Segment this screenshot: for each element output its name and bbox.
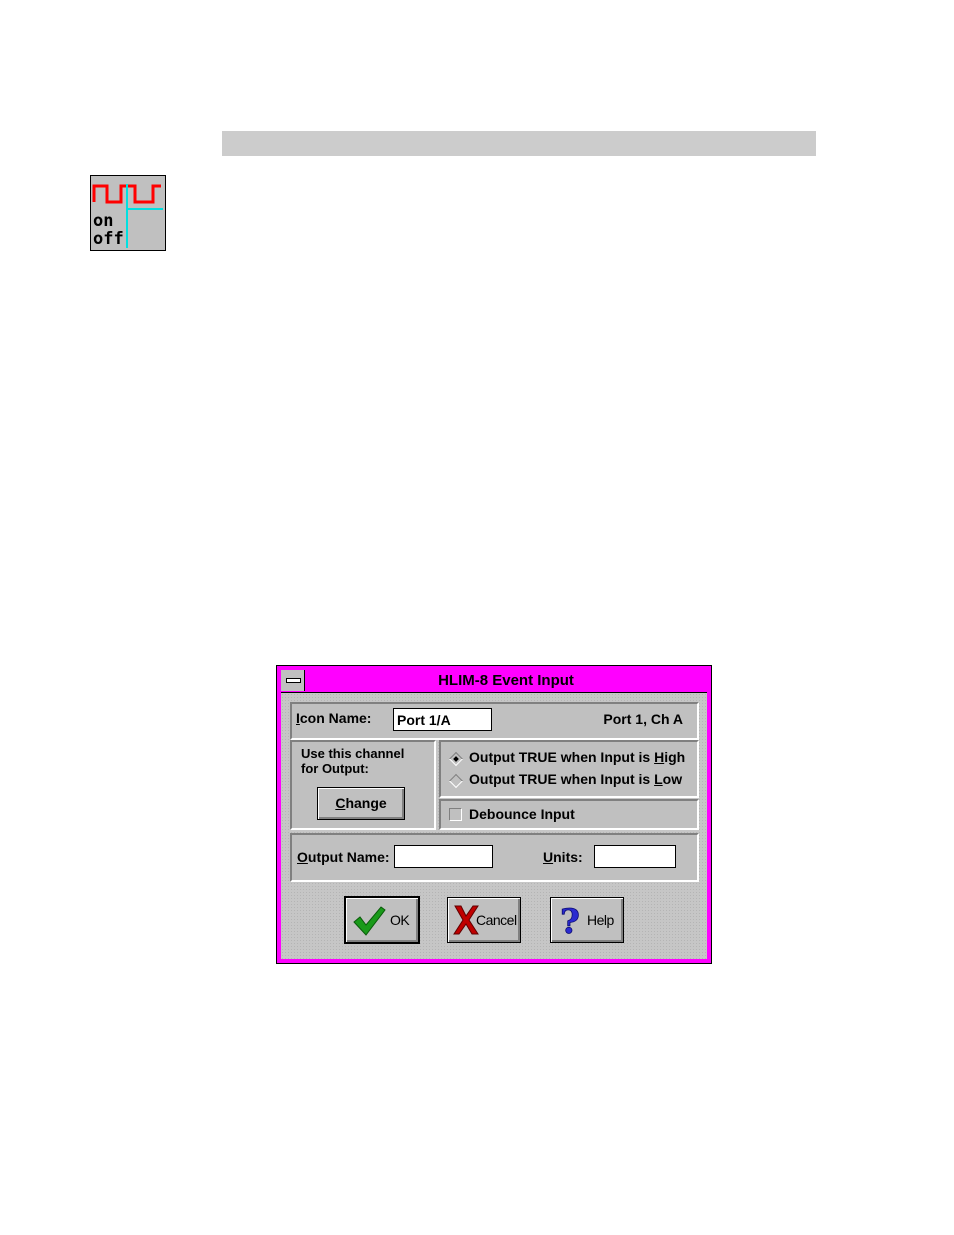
change-button[interactable]: Change bbox=[317, 787, 405, 820]
event-input-icon: on off bbox=[90, 175, 166, 251]
icon-off-text: off bbox=[93, 229, 124, 249]
dialog-title: HLIM-8 Event Input bbox=[438, 672, 574, 689]
units-label: Units: bbox=[543, 849, 583, 865]
help-label: Help bbox=[587, 912, 614, 928]
svg-text:?: ? bbox=[560, 902, 580, 938]
output-name-group: Output Name: Units: bbox=[290, 833, 699, 882]
output-name-label: Output Name: bbox=[297, 849, 390, 865]
channel-label-line1: Use this channel bbox=[301, 746, 405, 761]
output-channel-group: Use this channel for Output: Change bbox=[290, 740, 436, 830]
debounce-label[interactable]: Debounce Input bbox=[469, 806, 575, 822]
debounce-group: Debounce Input bbox=[439, 799, 699, 830]
section-header-bar bbox=[222, 131, 816, 156]
output-low-label[interactable]: Output TRUE when Input is Low bbox=[469, 771, 682, 787]
checkmark-icon bbox=[353, 906, 386, 936]
output-name-input[interactable] bbox=[394, 845, 493, 868]
cancel-button[interactable]: Cancel bbox=[447, 897, 521, 943]
system-menu-button[interactable] bbox=[281, 670, 305, 691]
port-info-text: Port 1, Ch A bbox=[603, 711, 683, 727]
help-button[interactable]: ? Help bbox=[550, 897, 624, 943]
units-input[interactable] bbox=[594, 845, 676, 868]
output-mode-group: Output TRUE when Input is High Output TR… bbox=[439, 740, 699, 798]
icon-on-text: on bbox=[93, 211, 113, 231]
title-bar: HLIM-8 Event Input bbox=[281, 670, 707, 693]
question-mark-icon: ? bbox=[560, 902, 581, 938]
hlim8-event-input-dialog: HLIM-8 Event Input Icon Name: Port 1, Ch… bbox=[276, 665, 712, 964]
output-high-label[interactable]: Output TRUE when Input is High bbox=[469, 749, 685, 765]
icon-name-input[interactable] bbox=[393, 708, 492, 731]
cancel-label: Cancel bbox=[476, 912, 517, 928]
output-low-radio[interactable] bbox=[448, 773, 464, 789]
icon-name-group: Icon Name: Port 1, Ch A bbox=[290, 702, 699, 740]
system-menu-icon bbox=[286, 678, 301, 683]
output-high-radio[interactable] bbox=[448, 751, 464, 767]
ok-label: OK bbox=[390, 912, 410, 928]
debounce-checkbox[interactable] bbox=[449, 808, 462, 821]
icon-name-label: Icon Name: bbox=[296, 710, 372, 726]
ok-button[interactable]: OK bbox=[344, 896, 420, 944]
dialog-client-area: Icon Name: Port 1, Ch A Use this channel… bbox=[281, 693, 707, 959]
channel-label-line2: for Output: bbox=[301, 761, 369, 776]
